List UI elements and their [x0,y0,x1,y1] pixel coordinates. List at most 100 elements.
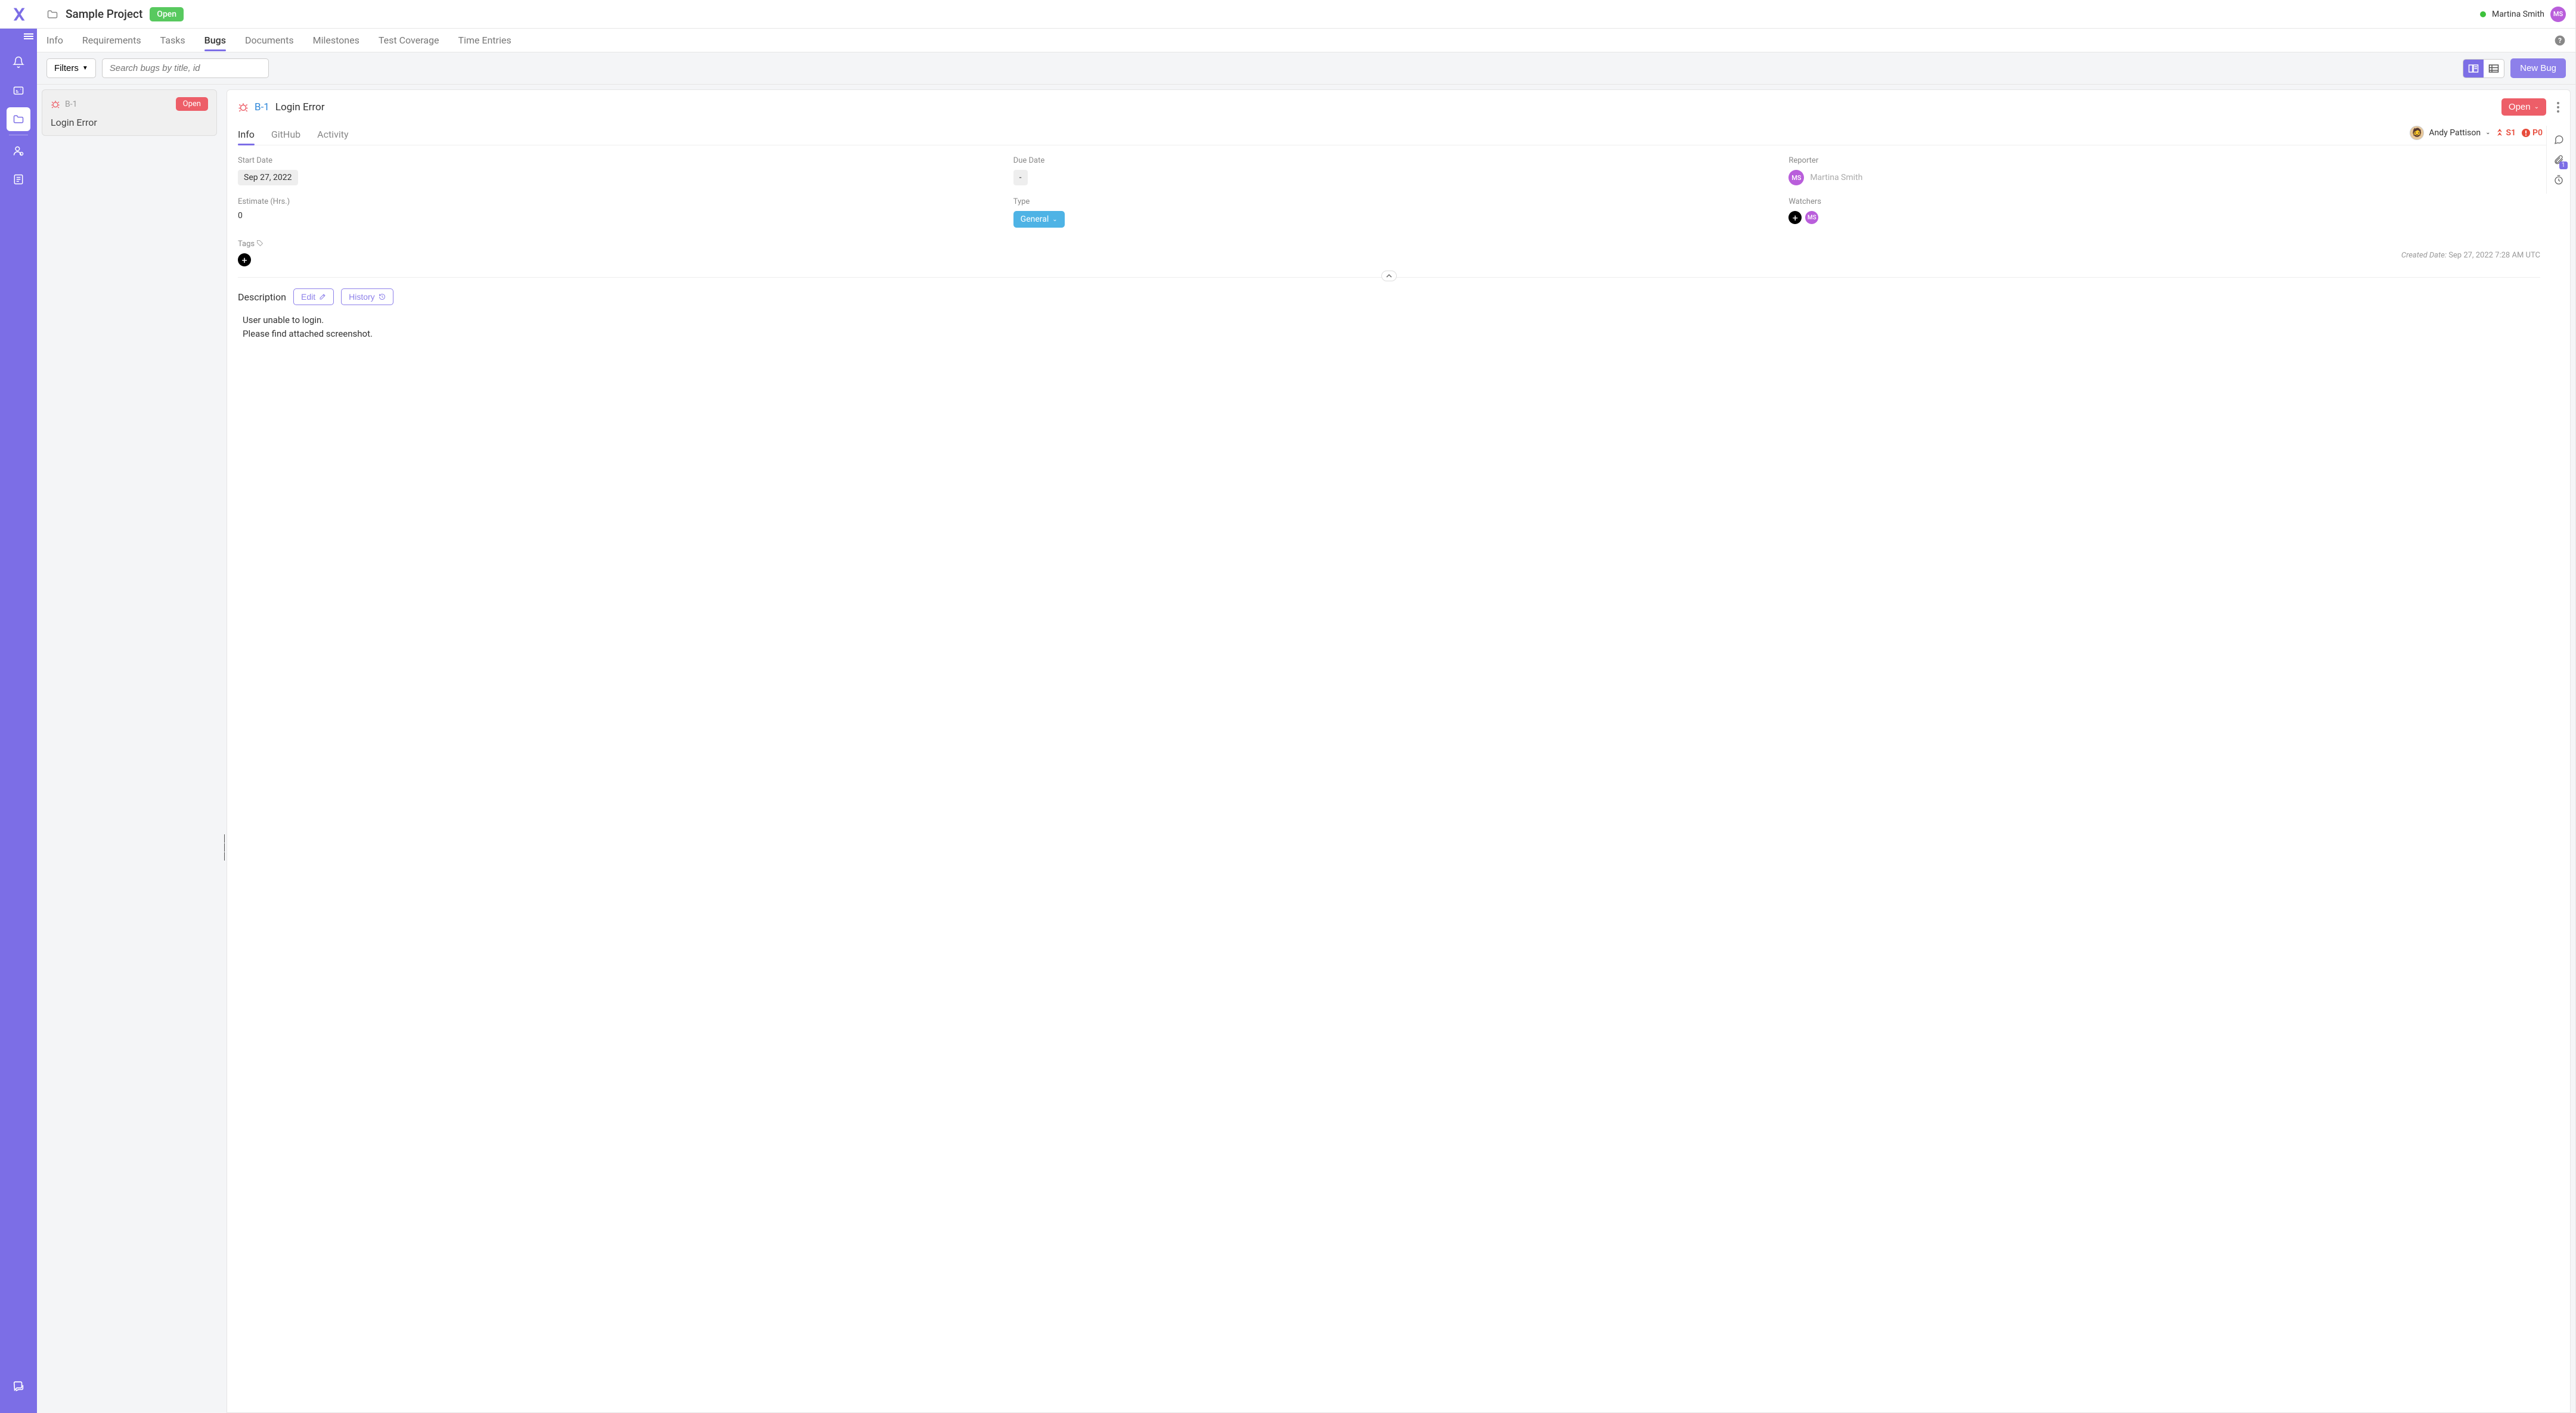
subtab-github[interactable]: GitHub [271,124,300,145]
bug-status-badge: Open [176,97,208,111]
presence-indicator [2480,11,2486,17]
project-status-badge: Open [150,7,184,21]
sidebar-item-notifications[interactable] [7,50,30,74]
project-title: Sample Project [66,7,142,21]
tag-icon [256,240,264,247]
current-user-avatar[interactable]: MS [2550,7,2566,22]
start-date-value[interactable]: Sep 27, 2022 [238,170,298,185]
bug-list-item[interactable]: B-1 Open Login Error [42,89,217,136]
sidebar-item-dashboard[interactable] [7,79,30,103]
sidebar [0,0,37,1413]
chat-icon [12,1380,25,1393]
bug-list-title: Login Error [51,117,208,128]
comments-button[interactable] [2553,134,2564,145]
field-due-date: Due Date - [1013,156,1765,185]
tab-milestones[interactable]: Milestones [313,30,359,51]
filter-bar: Filters ▼ New Bug [37,52,2575,85]
watcher-avatar[interactable]: MS [1805,211,1818,224]
search-input[interactable] [102,58,269,78]
topbar: Sample Project Open Martina Smith MS [37,0,2575,29]
pencil-icon [319,293,326,300]
comment-icon [2553,134,2564,145]
bug-title: Login Error [275,101,325,113]
add-watcher-button[interactable]: + [1788,211,1802,224]
sidebar-collapse-toggle[interactable] [0,33,37,41]
add-tag-button[interactable]: + [238,253,251,266]
new-bug-button[interactable]: New Bug [2510,58,2566,78]
tab-test-coverage[interactable]: Test Coverage [379,30,439,51]
reporter-name: Martina Smith [1810,173,1862,182]
chevron-up-icon [1386,274,1392,278]
description-text: User unable to login. Please find attach… [238,313,2540,340]
chevron-down-icon: ⌄ [1052,216,1057,223]
reporter-avatar: MS [1788,170,1804,185]
field-type: Type General ⌄ [1013,197,1765,228]
list-view-button[interactable] [2484,60,2504,77]
dashboard-icon [13,85,24,97]
attachment-count-badge: 1 [2559,162,2568,169]
bug-list-pane: B-1 Open Login Error [37,85,222,1413]
current-user-name[interactable]: Martina Smith [2492,10,2544,19]
pane-resize-handle[interactable] [222,281,227,1413]
collapse-toggle[interactable] [1381,271,1397,281]
split-view-button[interactable] [2463,60,2484,77]
assignee-name: Andy Pattison [2429,128,2481,138]
tab-tasks[interactable]: Tasks [160,30,185,51]
more-actions-button[interactable] [2557,102,2559,113]
bug-detail-pane: B-1 Login Error Open ⌄ Info GitHub [227,89,2571,1413]
list-view-icon [2488,64,2499,73]
created-date: Created Date: Sep 27, 2022 7:28 AM UTC [2401,251,2540,260]
view-toggle [2463,59,2504,78]
priority-icon [2522,129,2530,137]
folder-icon [13,113,24,125]
tab-requirements[interactable]: Requirements [82,30,141,51]
help-icon: ? [2554,35,2566,46]
estimate-value[interactable]: 0 [238,211,243,221]
bug-id-link[interactable]: B-1 [255,101,269,113]
report-icon [13,173,24,185]
attachments-button[interactable]: 1 [2553,154,2564,165]
bell-icon [13,56,24,68]
tab-time-entries[interactable]: Time Entries [458,30,511,51]
split-view-icon [2468,64,2479,73]
timer-button[interactable] [2553,175,2564,185]
tab-documents[interactable]: Documents [245,30,294,51]
priority-badge[interactable]: P0 [2522,128,2543,138]
bug-id: B-1 [65,100,77,109]
status-label: Open [2509,102,2531,112]
app-logo[interactable] [0,0,37,29]
filters-button[interactable]: Filters ▼ [47,58,96,78]
svg-text:?: ? [2558,36,2562,45]
history-icon [379,293,386,300]
subtab-info[interactable]: Info [238,124,255,145]
type-dropdown[interactable]: General ⌄ [1013,211,1065,228]
history-button[interactable]: History [341,288,393,305]
field-tags: Tags + [238,240,990,266]
severity-badge[interactable]: S1 [2496,128,2516,138]
sidebar-item-projects[interactable] [7,107,30,131]
subtab-activity[interactable]: Activity [317,124,348,145]
folder-icon [47,8,58,20]
filters-label: Filters [54,63,79,73]
timer-icon [2553,175,2564,185]
nav-tabs: Info Requirements Tasks Bugs Documents M… [37,29,2575,52]
sidebar-item-reports[interactable] [7,167,30,191]
chevron-down-icon: ▼ [82,65,88,72]
sidebar-item-chat[interactable] [7,1375,30,1399]
due-date-value[interactable]: - [1013,170,1028,185]
hamburger-icon [24,33,33,41]
edit-description-button[interactable]: Edit [293,288,334,305]
status-dropdown[interactable]: Open ⌄ [2501,98,2546,116]
logo-icon [10,6,27,23]
tab-info[interactable]: Info [47,30,63,51]
sidebar-item-users[interactable] [7,139,30,163]
field-start-date: Start Date Sep 27, 2022 [238,156,990,185]
tab-bugs[interactable]: Bugs [204,30,226,51]
bug-icon [238,102,249,113]
assignee-dropdown[interactable]: 🧔 Andy Pattison ⌄ [2410,126,2490,140]
description-label: Description [238,291,286,303]
field-watchers: Watchers + MS [1788,197,2540,228]
bug-icon [51,100,60,109]
help-button[interactable]: ? [2554,35,2566,46]
assignee-avatar: 🧔 [2410,126,2424,140]
